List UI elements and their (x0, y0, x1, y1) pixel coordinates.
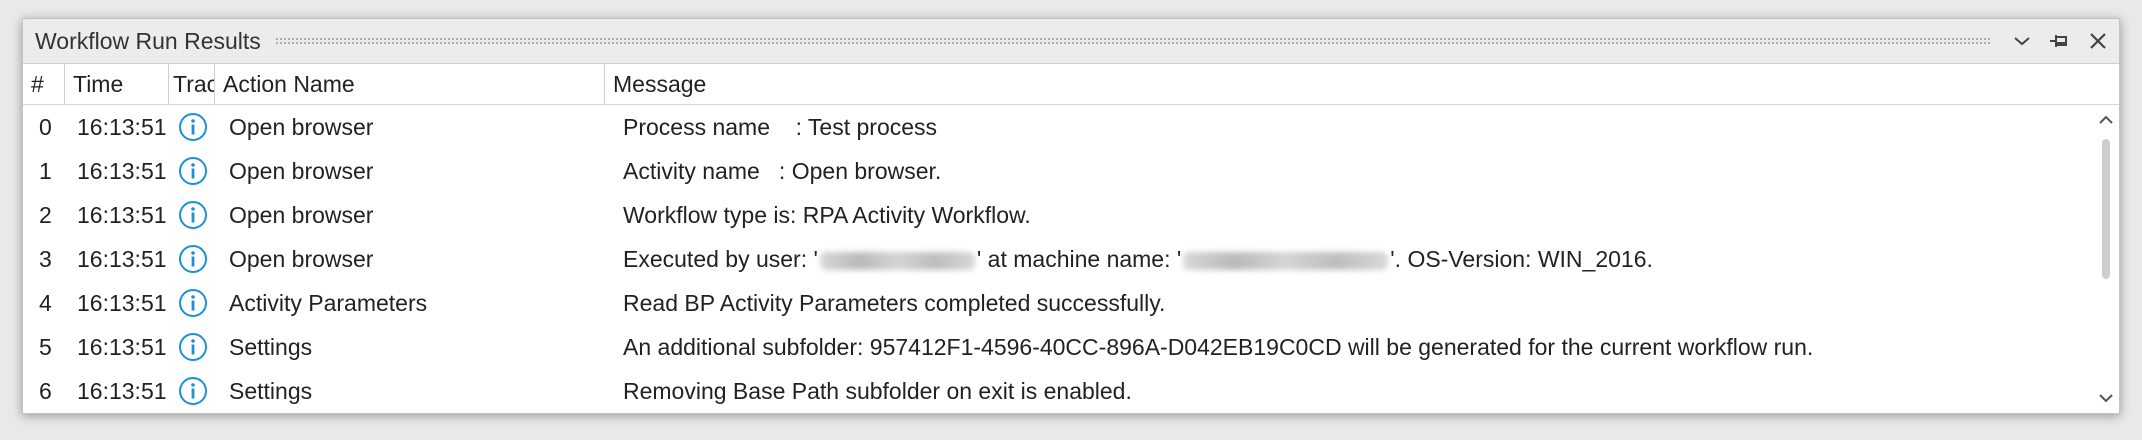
row-number: 0 (39, 114, 52, 140)
vertical-scrollbar[interactable] (2093, 105, 2119, 413)
close-icon[interactable] (2081, 24, 2115, 58)
table-row[interactable]: 6 16:13:51 Settings Removing Base Path s… (23, 369, 2093, 413)
chevron-down-icon (2099, 394, 2113, 403)
info-icon (179, 157, 207, 185)
column-header-action-name[interactable]: Action Name (215, 64, 605, 104)
row-number: 4 (39, 290, 52, 316)
row-message: Executed by user: ' ' at machine name: ' '… (623, 237, 1653, 281)
workflow-run-results-panel: Workflow Run Results # Time Trac Action … (22, 18, 2120, 414)
row-action-name: Open browser (229, 114, 374, 140)
table-row[interactable]: 2 16:13:51 Open browser Workflow type is… (23, 193, 2093, 237)
column-header-message[interactable]: Message (605, 64, 2093, 104)
info-icon (179, 333, 207, 361)
panel-titlebar[interactable]: Workflow Run Results (23, 19, 2119, 64)
row-action-name: Open browser (229, 202, 374, 228)
grid-header: # Time Trac Action Name Message (23, 64, 2119, 105)
pin-icon[interactable] (2043, 24, 2077, 58)
row-time: 16:13:51 (77, 114, 167, 140)
row-message: Read BP Activity Parameters completed su… (623, 290, 1166, 316)
row-time: 16:13:51 (77, 158, 167, 184)
column-header-time[interactable]: Time (65, 64, 169, 104)
info-icon (179, 113, 207, 141)
row-number: 2 (39, 202, 52, 228)
panel-title: Workflow Run Results (35, 27, 261, 54)
info-icon (179, 377, 207, 405)
row-time: 16:13:51 (77, 290, 167, 316)
row-number: 6 (39, 378, 52, 404)
row-time: 16:13:51 (77, 378, 167, 404)
row-number: 1 (39, 158, 52, 184)
grid-rows: 0 16:13:51 Open browser Process name : T… (23, 105, 2093, 413)
row-message: An additional subfolder: 957412F1-4596-4… (623, 334, 1814, 360)
table-row[interactable]: 4 16:13:51 Activity Parameters Read BP A… (23, 281, 2093, 325)
message-part: ' at machine name: ' (976, 246, 1182, 272)
row-number: 5 (39, 334, 52, 360)
row-action-name: Settings (229, 334, 313, 360)
table-row[interactable]: 1 16:13:51 Open browser Activity name : … (23, 149, 2093, 193)
row-time: 16:13:51 (77, 246, 167, 272)
redacted-machine-name (1183, 251, 1389, 270)
scroll-down-button[interactable] (2093, 383, 2119, 413)
chevron-down-icon[interactable] (2005, 24, 2039, 58)
scroll-thumb[interactable] (2102, 139, 2110, 279)
row-action-name: Open browser (229, 158, 374, 184)
table-row[interactable]: 5 16:13:51 Settings An additional subfol… (23, 325, 2093, 369)
row-message: Process name : Test process (623, 114, 938, 140)
scroll-up-button[interactable] (2093, 105, 2119, 135)
column-header-num[interactable]: # (23, 64, 65, 104)
column-header-trace[interactable]: Trac (169, 64, 215, 104)
info-icon (179, 201, 207, 229)
row-message: Activity name : Open browser. (623, 158, 942, 184)
message-part: Executed by user: ' (623, 246, 818, 272)
row-time: 16:13:51 (77, 202, 167, 228)
row-message: Removing Base Path subfolder on exit is … (623, 378, 1132, 404)
row-action-name: Activity Parameters (229, 290, 428, 316)
table-row[interactable]: 3 16:13:51 Open browser Executed by user… (23, 237, 2093, 281)
row-number: 3 (39, 246, 52, 272)
info-icon (179, 245, 207, 273)
row-action-name: Settings (229, 378, 313, 404)
row-action-name: Open browser (229, 246, 374, 272)
redacted-username (819, 251, 975, 270)
drag-grip[interactable] (274, 36, 1991, 46)
info-icon (179, 289, 207, 317)
row-time: 16:13:51 (77, 334, 167, 360)
results-grid: # Time Trac Action Name Message 0 16:13:… (23, 64, 2119, 413)
table-row[interactable]: 0 16:13:51 Open browser Process name : T… (23, 105, 2093, 149)
chevron-up-icon (2099, 115, 2113, 124)
row-message: Workflow type is: RPA Activity Workflow. (623, 202, 1031, 228)
message-part: '. OS-Version: WIN_2016. (1390, 246, 1653, 272)
